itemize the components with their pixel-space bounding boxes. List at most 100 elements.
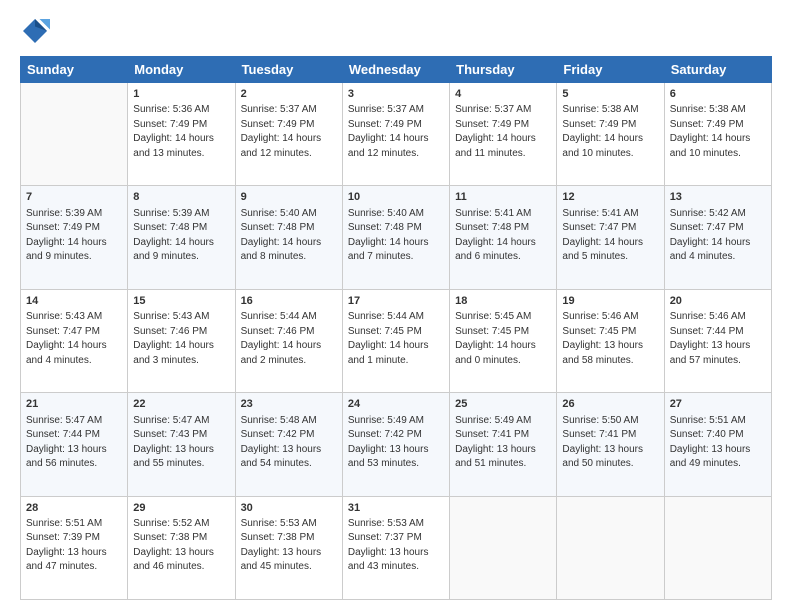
cell-info: Sunset: 7:49 PM <box>348 118 444 133</box>
cell-info: Sunrise: 5:49 AM <box>455 414 551 429</box>
cell-info: Sunrise: 5:45 AM <box>455 310 551 325</box>
cell-info: Sunset: 7:48 PM <box>455 221 551 236</box>
cell-info: Daylight: 14 hours <box>562 132 658 147</box>
cell-info: Sunrise: 5:37 AM <box>455 103 551 118</box>
day-number: 8 <box>133 190 229 205</box>
cell-info: Sunrise: 5:46 AM <box>670 310 766 325</box>
cell-info: Daylight: 13 hours <box>455 443 551 458</box>
cell-info: Daylight: 14 hours <box>26 236 122 251</box>
cell-info: and 3 minutes. <box>133 354 229 369</box>
cell-info: Daylight: 14 hours <box>562 236 658 251</box>
cell-info: and 4 minutes. <box>670 250 766 265</box>
cell-info: and 2 minutes. <box>241 354 337 369</box>
cell-info: and 46 minutes. <box>133 560 229 575</box>
cell-info: Sunset: 7:44 PM <box>26 428 122 443</box>
calendar-cell: 11Sunrise: 5:41 AMSunset: 7:48 PMDayligh… <box>450 186 557 289</box>
calendar-cell: 1Sunrise: 5:36 AMSunset: 7:49 PMDaylight… <box>128 83 235 186</box>
cell-info: Daylight: 13 hours <box>348 443 444 458</box>
cell-info: and 45 minutes. <box>241 560 337 575</box>
cell-info: Daylight: 13 hours <box>241 546 337 561</box>
calendar-cell: 3Sunrise: 5:37 AMSunset: 7:49 PMDaylight… <box>342 83 449 186</box>
cell-info: Daylight: 13 hours <box>26 443 122 458</box>
cell-info: and 11 minutes. <box>455 147 551 162</box>
cell-info: and 9 minutes. <box>133 250 229 265</box>
cell-info: Sunset: 7:47 PM <box>562 221 658 236</box>
day-number: 9 <box>241 190 337 205</box>
cell-info: Sunrise: 5:44 AM <box>348 310 444 325</box>
calendar-cell: 30Sunrise: 5:53 AMSunset: 7:38 PMDayligh… <box>235 496 342 599</box>
cell-info: Sunset: 7:47 PM <box>670 221 766 236</box>
cell-info: Sunset: 7:48 PM <box>133 221 229 236</box>
cell-info: Daylight: 13 hours <box>670 443 766 458</box>
cell-info: Sunset: 7:43 PM <box>133 428 229 443</box>
day-number: 26 <box>562 397 658 412</box>
cell-info: Sunset: 7:48 PM <box>241 221 337 236</box>
cell-info: Sunrise: 5:40 AM <box>241 207 337 222</box>
cell-info: Sunset: 7:39 PM <box>26 531 122 546</box>
cell-info: and 13 minutes. <box>133 147 229 162</box>
cell-info: Daylight: 14 hours <box>241 132 337 147</box>
calendar-cell: 20Sunrise: 5:46 AMSunset: 7:44 PMDayligh… <box>664 289 771 392</box>
week-row-5: 28Sunrise: 5:51 AMSunset: 7:39 PMDayligh… <box>21 496 772 599</box>
cell-info: and 12 minutes. <box>348 147 444 162</box>
cell-info: Daylight: 14 hours <box>348 339 444 354</box>
day-number: 10 <box>348 190 444 205</box>
calendar-cell: 2Sunrise: 5:37 AMSunset: 7:49 PMDaylight… <box>235 83 342 186</box>
cell-info: and 56 minutes. <box>26 457 122 472</box>
cell-info: Sunrise: 5:42 AM <box>670 207 766 222</box>
cell-info: Sunrise: 5:53 AM <box>348 517 444 532</box>
calendar-cell: 9 Sunrise: 5:40 AMSunset: 7:48 PMDaylight… <box>235 186 342 289</box>
cell-info: Sunset: 7:48 PM <box>348 221 444 236</box>
cell-info: Sunset: 7:47 PM <box>26 325 122 340</box>
column-header-wednesday: Wednesday <box>342 57 449 83</box>
cell-info: Daylight: 14 hours <box>133 236 229 251</box>
cell-info: Daylight: 14 hours <box>455 339 551 354</box>
cell-info: Sunrise: 5:53 AM <box>241 517 337 532</box>
cell-info: and 4 minutes. <box>26 354 122 369</box>
calendar-cell: 17Sunrise: 5:44 AMSunset: 7:45 PMDayligh… <box>342 289 449 392</box>
day-number: 11 <box>455 190 551 205</box>
cell-info: Daylight: 14 hours <box>455 236 551 251</box>
cell-info: Sunrise: 5:38 AM <box>562 103 658 118</box>
calendar-header-row: SundayMondayTuesdayWednesdayThursdayFrid… <box>21 57 772 83</box>
cell-info: and 12 minutes. <box>241 147 337 162</box>
cell-info: Daylight: 13 hours <box>348 546 444 561</box>
day-number: 29 <box>133 501 229 516</box>
calendar-cell: 18Sunrise: 5:45 AMSunset: 7:45 PMDayligh… <box>450 289 557 392</box>
calendar-table: SundayMondayTuesdayWednesdayThursdayFrid… <box>20 56 772 600</box>
week-row-4: 21Sunrise: 5:47 AMSunset: 7:44 PMDayligh… <box>21 393 772 496</box>
cell-info: Sunrise: 5:41 AM <box>562 207 658 222</box>
column-header-monday: Monday <box>128 57 235 83</box>
logo-icon <box>20 16 50 46</box>
cell-info: Daylight: 13 hours <box>241 443 337 458</box>
cell-info: Sunrise: 5:37 AM <box>348 103 444 118</box>
column-header-thursday: Thursday <box>450 57 557 83</box>
cell-info: Daylight: 13 hours <box>670 339 766 354</box>
cell-info: Sunrise: 5:50 AM <box>562 414 658 429</box>
cell-info: Sunset: 7:38 PM <box>133 531 229 546</box>
day-number: 15 <box>133 294 229 309</box>
calendar-cell <box>557 496 664 599</box>
calendar-cell: 16Sunrise: 5:44 AMSunset: 7:46 PMDayligh… <box>235 289 342 392</box>
cell-info: and 9 minutes. <box>26 250 122 265</box>
column-header-sunday: Sunday <box>21 57 128 83</box>
cell-info: Sunrise: 5:52 AM <box>133 517 229 532</box>
cell-info: Sunset: 7:41 PM <box>562 428 658 443</box>
cell-info: Sunset: 7:46 PM <box>133 325 229 340</box>
cell-info: Sunset: 7:40 PM <box>670 428 766 443</box>
calendar-cell: 27Sunrise: 5:51 AMSunset: 7:40 PMDayligh… <box>664 393 771 496</box>
cell-info: and 1 minute. <box>348 354 444 369</box>
cell-info: Daylight: 13 hours <box>562 339 658 354</box>
cell-info: Daylight: 13 hours <box>133 443 229 458</box>
cell-info: Sunset: 7:49 PM <box>455 118 551 133</box>
cell-info: Sunset: 7:41 PM <box>455 428 551 443</box>
cell-info: Sunset: 7:49 PM <box>670 118 766 133</box>
cell-info: and 10 minutes. <box>670 147 766 162</box>
day-number: 18 <box>455 294 551 309</box>
calendar-cell: 23Sunrise: 5:48 AMSunset: 7:42 PMDayligh… <box>235 393 342 496</box>
calendar-cell: 13Sunrise: 5:42 AMSunset: 7:47 PMDayligh… <box>664 186 771 289</box>
cell-info: and 55 minutes. <box>133 457 229 472</box>
cell-info: Sunset: 7:42 PM <box>348 428 444 443</box>
cell-info: and 8 minutes. <box>241 250 337 265</box>
cell-info: Daylight: 14 hours <box>241 236 337 251</box>
